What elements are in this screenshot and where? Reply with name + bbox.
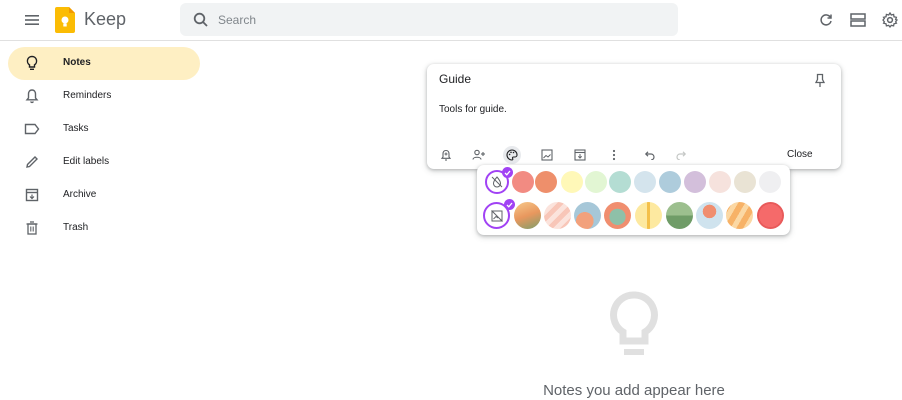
palette-icon <box>506 149 518 161</box>
color-option-swatch[interactable] <box>561 171 583 193</box>
note-title[interactable]: Guide <box>439 72 471 86</box>
color-option-swatch[interactable] <box>634 171 656 193</box>
note-toolbar: Close <box>437 145 835 165</box>
add-image-button[interactable] <box>538 146 556 164</box>
background-option-celebration[interactable] <box>757 202 784 229</box>
color-option-swatch[interactable] <box>609 171 631 193</box>
sidebar-item-label: Tasks <box>63 123 89 134</box>
background-option-places[interactable] <box>666 202 693 229</box>
background-option-recipes[interactable] <box>604 202 631 229</box>
empty-lightbulb-icon <box>610 291 658 355</box>
no-color-icon <box>491 176 503 188</box>
pin-icon <box>814 73 826 87</box>
trash-icon <box>24 220 40 236</box>
sidebar-item-archive[interactable]: Archive <box>0 179 200 212</box>
refresh-icon <box>820 14 832 26</box>
color-option-swatch[interactable] <box>512 171 534 193</box>
empty-state-text: Notes you add appear here <box>543 382 725 399</box>
color-option-default[interactable] <box>485 167 513 194</box>
more-options-button[interactable] <box>605 146 623 164</box>
background-option-groceries[interactable] <box>514 202 541 229</box>
sidebar-item-label: Notes <box>63 57 91 68</box>
redo-button[interactable] <box>673 146 691 164</box>
undo-icon <box>644 151 655 160</box>
color-option-swatch[interactable] <box>734 171 756 193</box>
background-options-menu <box>477 165 790 235</box>
list-view-icon <box>850 13 866 27</box>
list-view-button[interactable] <box>848 10 868 30</box>
app-title: Keep <box>84 9 127 29</box>
note-body[interactable]: Tools for guide. <box>439 104 507 115</box>
close-button[interactable]: Close <box>787 149 813 160</box>
more-vert-icon <box>612 149 616 161</box>
sidebar-item-tasks[interactable]: Tasks <box>0 113 200 146</box>
background-options-button[interactable] <box>503 146 521 164</box>
pin-button[interactable] <box>813 73 829 89</box>
background-option-video[interactable] <box>726 202 753 229</box>
sidebar-item-label: Edit labels <box>63 156 110 167</box>
collaborator-button[interactable] <box>470 146 488 164</box>
archive-note-button[interactable] <box>571 146 589 164</box>
undo-button[interactable] <box>640 146 658 164</box>
archive-icon <box>574 149 586 161</box>
color-option-swatch[interactable] <box>535 171 557 193</box>
sidebar-item-reminders[interactable]: Reminders <box>0 80 200 113</box>
sidebar: Notes Reminders Tasks Edit labels Archiv… <box>0 47 210 245</box>
collaborator-icon <box>472 149 485 160</box>
add-image-icon <box>541 149 553 161</box>
note-editor[interactable]: Guide Tools for guide. Close <box>427 64 841 169</box>
selected-check-icon <box>502 167 513 178</box>
settings-icon <box>882 12 898 28</box>
sidebar-item-label: Reminders <box>63 90 112 101</box>
hamburger-menu-icon <box>25 15 39 25</box>
color-option-swatch[interactable] <box>759 171 781 193</box>
background-option-travel[interactable] <box>696 202 723 229</box>
search-input[interactable] <box>218 3 658 36</box>
label-outline-icon <box>24 121 40 137</box>
no-background-icon <box>491 210 503 222</box>
redo-icon <box>676 151 687 160</box>
background-option-music[interactable] <box>574 202 601 229</box>
sidebar-item-label: Archive <box>63 189 97 200</box>
keep-logo-icon <box>55 7 75 33</box>
search-icon[interactable] <box>192 11 210 29</box>
selected-check-icon <box>504 199 515 210</box>
sidebar-item-notes[interactable]: Notes <box>8 47 200 80</box>
archive-icon <box>24 187 40 203</box>
sidebar-item-edit-labels[interactable]: Edit labels <box>0 146 200 179</box>
pencil-icon <box>24 154 40 170</box>
sidebar-item-trash[interactable]: Trash <box>0 212 200 245</box>
keep-logo[interactable] <box>55 7 75 33</box>
remind-me-icon <box>440 149 452 161</box>
color-option-swatch[interactable] <box>659 171 681 193</box>
main-menu-button[interactable] <box>22 10 42 30</box>
top-bar: Keep <box>0 0 902 41</box>
color-option-swatch[interactable] <box>684 171 706 193</box>
color-option-swatch[interactable] <box>585 171 607 193</box>
bell-icon <box>24 88 40 104</box>
sidebar-item-label: Trash <box>63 222 89 233</box>
search-bar[interactable] <box>180 3 678 36</box>
settings-button[interactable] <box>880 10 900 30</box>
background-option-notes[interactable] <box>635 202 662 229</box>
remind-me-button[interactable] <box>437 146 455 164</box>
background-option-food[interactable] <box>544 202 571 229</box>
lightbulb-icon <box>24 55 40 71</box>
color-option-swatch[interactable] <box>709 171 731 193</box>
refresh-button[interactable] <box>816 10 836 30</box>
